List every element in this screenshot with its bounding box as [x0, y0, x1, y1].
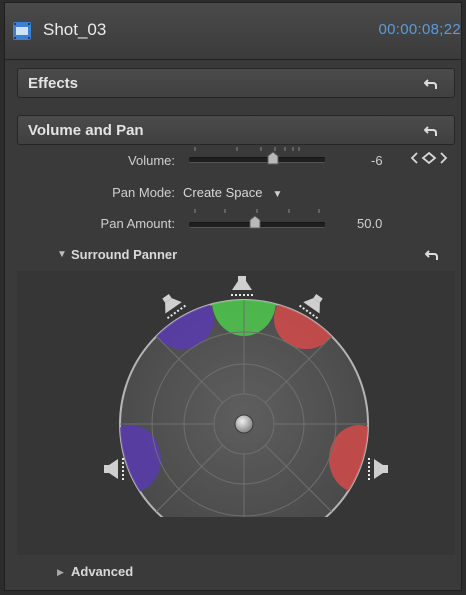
disclosure-open-icon[interactable]: ▼ [57, 249, 67, 260]
chevron-down-icon: ▼ [272, 189, 283, 200]
surround-left-speaker-icon[interactable] [101, 453, 129, 485]
surround-right-speaker-icon[interactable] [359, 453, 389, 485]
advanced-toggle[interactable]: Advanced [71, 564, 133, 579]
keyframe-nav-icon[interactable] [409, 151, 449, 165]
inspector-header: Shot_03 00:00:08;22 [5, 3, 461, 60]
front-left-speaker-icon[interactable] [157, 291, 189, 323]
reset-arrow-icon[interactable] [425, 249, 439, 261]
volume-value[interactable]: -6 [371, 153, 383, 168]
volume-slider-track [189, 157, 325, 163]
pan-amount-slider-thumb[interactable] [248, 215, 262, 229]
disclosure-closed-icon[interactable]: ▶ [57, 567, 64, 578]
inspector-panel: Shot_03 00:00:08;22 Effects Volume and P… [4, 2, 462, 591]
surround-panner-disc[interactable] [101, 271, 391, 517]
pan-mode-dropdown[interactable]: Create Space ▼ [183, 185, 282, 200]
pan-amount-label: Pan Amount: [100, 216, 175, 231]
pan-amount-slider-ticks [194, 209, 320, 213]
volume-label: Volume: [128, 153, 175, 168]
effects-section-header[interactable]: Effects [17, 68, 455, 98]
surround-panner-title[interactable]: Surround Panner [71, 247, 177, 262]
volume-pan-title: Volume and Pan [28, 122, 144, 139]
effects-title: Effects [28, 75, 79, 92]
pan-mode-value: Create Space [183, 185, 263, 200]
reset-arrow-icon[interactable] [424, 125, 438, 137]
clip-title: Shot_03 [43, 20, 107, 39]
volume-slider-ticks [194, 147, 300, 151]
pan-mode-label: Pan Mode: [112, 185, 175, 200]
front-right-speaker-icon[interactable] [296, 291, 328, 323]
center-speaker-icon[interactable] [227, 275, 257, 299]
pan-amount-value[interactable]: 50.0 [357, 216, 382, 231]
reset-arrow-icon[interactable] [424, 78, 438, 90]
volume-pan-section-header[interactable]: Volume and Pan [17, 115, 455, 145]
film-clip-icon [13, 22, 31, 40]
pan-puck[interactable] [234, 414, 254, 434]
timecode-display: 00:00:08;22 [378, 21, 461, 38]
volume-slider-thumb[interactable] [266, 151, 280, 165]
